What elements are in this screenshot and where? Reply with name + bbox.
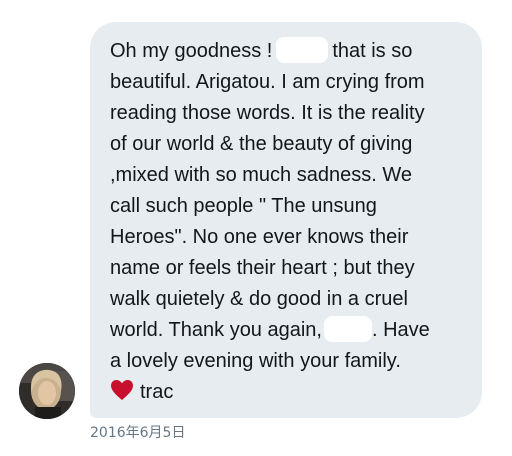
redacted-name [323,316,372,342]
message-signature-line: trac [110,377,468,411]
message-line: of our world & the beauty of giving [110,133,413,155]
message-line: name or feels their heart ; but they [110,257,415,279]
message-text: Oh my goodness ! [110,40,273,62]
message-text: that is so [332,40,413,62]
message-line: beautiful. Arigatou. I am crying from [110,71,425,93]
user-avatar[interactable] [19,363,75,419]
redacted-name [276,37,329,63]
heart-icon [110,379,134,411]
message-bubble: Oh my goodness ! that is so beautiful. Ar… [90,22,482,418]
message-line: walk quietely & do good in a cruel [110,288,408,310]
message-line: call such people " The unsung [110,195,377,217]
message-line: ,mixed with so much sadness. We [110,164,412,186]
dm-conversation: Oh my goodness ! that is so beautiful. Ar… [0,0,512,456]
message-line: Heroes". No one ever knows their [110,226,409,248]
message-line: Oh my goodness ! that is so [110,36,468,67]
signature-text: trac [140,381,174,403]
message-timestamp: 2016年6月5日 [90,425,186,441]
message-text: world. Thank you again, [110,319,322,341]
message-line: a lovely evening with your family. [110,350,401,372]
message-line: world. Thank you again, . Have [110,315,468,346]
message-text: . Have [371,319,430,341]
message-line: reading those words. It is the reality [110,102,425,124]
